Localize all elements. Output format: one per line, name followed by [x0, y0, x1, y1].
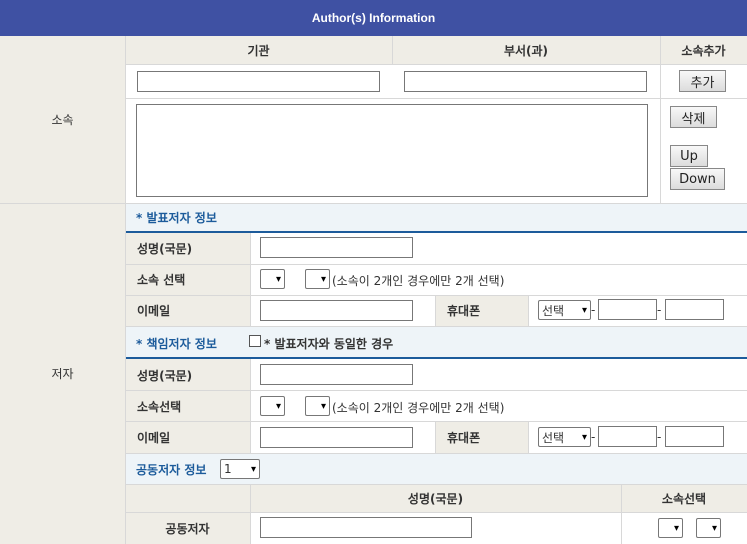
- dash: -: [657, 430, 662, 444]
- affiliation-row-label: 소속: [51, 113, 74, 127]
- move-up-button[interactable]: Up: [670, 145, 708, 167]
- divider: [435, 295, 436, 326]
- divider: [125, 390, 747, 391]
- corresponding-email-label: 이메일: [137, 431, 171, 445]
- dash: -: [591, 303, 596, 317]
- coauthor-name-input[interactable]: [260, 517, 472, 538]
- presenter-phone-prefix-select[interactable]: 선택 ▾: [538, 300, 591, 320]
- coauthors-section-title: 공동저자 정보: [136, 463, 207, 477]
- authors-row-label: 저자: [51, 367, 74, 381]
- presenter-name-input[interactable]: [260, 237, 413, 258]
- coauthor-affil-select-1[interactable]: ▾: [658, 518, 683, 538]
- same-as-presenter-label: * 발표저자와 동일한 경우: [264, 337, 394, 351]
- presenter-section-bar: [125, 203, 747, 231]
- presenter-phone-last-input[interactable]: [665, 299, 724, 320]
- presenter-phone-mid-input[interactable]: [598, 299, 657, 320]
- col-add-header: 소속추가: [681, 44, 726, 58]
- coauthors-section-bar: [125, 453, 747, 484]
- divider: [250, 484, 251, 544]
- coauthor-count-select[interactable]: 1 ▾: [220, 459, 260, 479]
- presenter-affil-select-2[interactable]: ▾: [305, 269, 330, 289]
- corresponding-phone-prefix-select[interactable]: 선택 ▾: [538, 427, 591, 447]
- chevron-down-icon: ▾: [320, 400, 326, 412]
- col-dept-header: 부서(과): [503, 44, 549, 58]
- col-org-header: 기관: [247, 44, 270, 58]
- corresponding-affil-select-2[interactable]: ▾: [305, 396, 330, 416]
- divider: [125, 512, 747, 513]
- divider: [435, 422, 436, 453]
- divider: [621, 484, 622, 544]
- corresponding-phone-label: 휴대폰: [447, 431, 481, 445]
- dept-input[interactable]: [404, 71, 647, 92]
- dash: -: [657, 303, 662, 317]
- divider: [125, 453, 747, 454]
- same-as-presenter-checkbox[interactable]: [249, 335, 261, 347]
- coauthor-col-name-header: 성명(국문): [407, 492, 464, 506]
- corresponding-name-input[interactable]: [260, 364, 413, 385]
- delete-affiliation-button[interactable]: 삭제: [670, 106, 717, 128]
- coauthor-count-value: 1: [224, 462, 232, 476]
- divider: [125, 264, 747, 265]
- corresponding-name-label: 성명(국문): [137, 369, 193, 383]
- corresponding-affil-select-1[interactable]: ▾: [260, 396, 285, 416]
- presenter-email-input[interactable]: [260, 300, 413, 321]
- presenter-section-title: * 발표저자 정보: [136, 211, 217, 225]
- section-header: Author(s) Information: [0, 0, 747, 36]
- chevron-down-icon: ▾: [320, 273, 326, 285]
- chevron-down-icon: ▾: [581, 431, 587, 443]
- presenter-affil-label: 소속 선택: [137, 273, 186, 287]
- affiliation-list[interactable]: [136, 104, 648, 197]
- corresponding-phone-last-input[interactable]: [665, 426, 724, 447]
- divider: [528, 295, 529, 326]
- presenter-phone-label: 휴대폰: [447, 304, 481, 318]
- chevron-down-icon: ▾: [673, 522, 679, 534]
- divider: [125, 484, 747, 485]
- presenter-phone-select-value: 선택: [542, 303, 565, 318]
- divider: [125, 326, 747, 327]
- chevron-down-icon: ▾: [275, 400, 281, 412]
- corresponding-phone-mid-input[interactable]: [598, 426, 657, 447]
- org-input[interactable]: [137, 71, 380, 92]
- divider: [125, 295, 747, 296]
- corresponding-phone-select-value: 선택: [542, 430, 565, 445]
- add-affiliation-button[interactable]: 추가: [679, 70, 726, 92]
- presenter-email-label: 이메일: [137, 304, 171, 318]
- corresponding-affil-label: 소속선택: [137, 400, 182, 414]
- presenter-affil-hint: (소속이 2개인 경우에만 2개 선택): [332, 274, 505, 288]
- chevron-down-icon: ▾: [711, 522, 717, 534]
- section-title: Author(s) Information: [311, 11, 436, 25]
- corresponding-section-bar: [125, 326, 747, 357]
- move-down-button[interactable]: Down: [670, 168, 725, 190]
- divider: [125, 64, 747, 65]
- divider: [392, 36, 393, 64]
- corresponding-affil-hint: (소속이 2개인 경우에만 2개 선택): [332, 401, 505, 415]
- corresponding-section-title: * 책임저자 정보: [136, 337, 217, 351]
- divider: [0, 203, 747, 204]
- chevron-down-icon: ▾: [581, 304, 587, 316]
- divider: [250, 233, 251, 326]
- chevron-down-icon: ▾: [275, 273, 281, 285]
- divider: [125, 421, 747, 422]
- presenter-affil-select-1[interactable]: ▾: [260, 269, 285, 289]
- divider: [125, 98, 747, 99]
- divider: [250, 359, 251, 453]
- coauthor-affil-select-2[interactable]: ▾: [696, 518, 721, 538]
- coauthor-row-label: 공동저자: [165, 522, 210, 536]
- divider: [660, 36, 661, 203]
- presenter-name-label: 성명(국문): [137, 242, 193, 256]
- corresponding-email-input[interactable]: [260, 427, 413, 448]
- coauthor-col-affil-header: 소속선택: [661, 492, 707, 506]
- chevron-down-icon: ▾: [250, 463, 256, 475]
- divider: [125, 36, 126, 544]
- dash: -: [591, 430, 596, 444]
- divider: [528, 422, 529, 453]
